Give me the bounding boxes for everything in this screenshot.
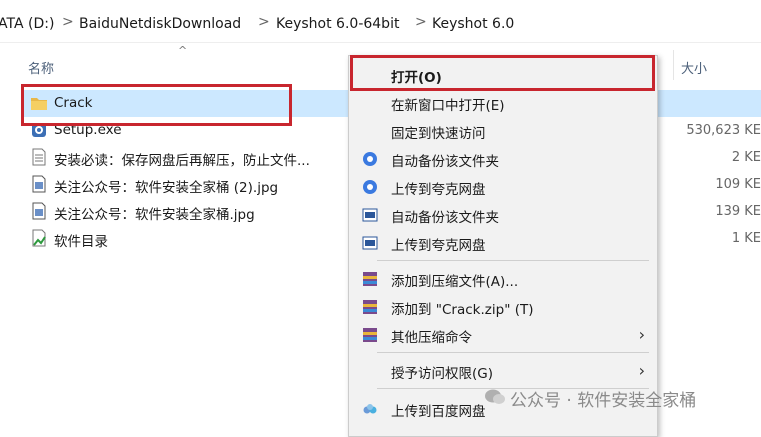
breadcrumb-separator: >	[258, 14, 270, 30]
file-name: 关注公众号：软件安装全家桶 (2).jpg	[54, 180, 279, 196]
menu-item-grant-access[interactable]: 授予访问权限(G) ›	[349, 358, 657, 384]
backup-window-icon	[362, 236, 378, 250]
menu-item-label: 固定到快速访问	[391, 126, 486, 142]
menu-item-other-compress[interactable]: 其他压缩命令 ›	[349, 322, 657, 348]
menu-separator	[377, 260, 649, 261]
quark-cloud-icon	[363, 180, 377, 194]
chevron-right-icon: ›	[638, 325, 645, 344]
breadcrumb-separator: >	[62, 14, 74, 30]
menu-item-label: 添加到 "Crack.zip" (T)	[391, 302, 534, 318]
menu-item-add-archive[interactable]: 添加到压缩文件(A)...	[349, 266, 657, 292]
sort-up-icon: ^	[178, 44, 188, 57]
file-size: 1 KE	[731, 231, 761, 246]
file-size: 139 KE	[715, 204, 761, 219]
file-name: 关注公众号：软件安装全家桶.jpg	[54, 207, 255, 223]
file-size: 2 KE	[731, 150, 761, 165]
highlight-box-open	[350, 55, 655, 91]
breadcrumb-item-download[interactable]: BaiduNetdiskDownload	[79, 16, 241, 32]
image-file-icon	[32, 202, 46, 220]
quark-cloud-icon	[363, 152, 377, 166]
menu-item-label: 自动备份该文件夹	[391, 210, 499, 226]
shortcut-file-icon	[32, 229, 46, 247]
menu-item-label: 上传到夸克网盘	[391, 238, 486, 254]
baidu-cloud-icon	[363, 404, 377, 414]
breadcrumb-separator: >	[415, 14, 427, 30]
chevron-right-icon: ›	[638, 361, 645, 380]
menu-item-label: 上传到百度网盘	[391, 404, 486, 420]
wechat-icon	[485, 389, 505, 404]
text-file-icon	[32, 148, 46, 166]
menu-item-label: 授予访问权限(G)	[391, 366, 493, 382]
breadcrumb-item-keyshot[interactable]: Keyshot 6.0	[432, 16, 514, 32]
file-size: 530,623 KE	[686, 123, 761, 138]
menu-item-quark-backup[interactable]: 自动备份该文件夹	[349, 146, 657, 172]
file-name: 安装必读：保存网盘后再解压，防止文件...	[54, 153, 310, 169]
breadcrumb-item-keyshot-64bit[interactable]: Keyshot 6.0-64bit	[276, 16, 399, 32]
highlight-box-crack	[21, 84, 292, 126]
image-file-icon	[32, 175, 46, 193]
breadcrumb-item-drive[interactable]: ATA (D:)	[0, 16, 54, 32]
menu-item-label: 其他压缩命令	[391, 330, 472, 346]
context-menu: 打开(O) 在新窗口中打开(E) 固定到快速访问 自动备份该文件夹 上传到夸克网…	[348, 55, 658, 437]
backup-window-icon	[362, 208, 378, 222]
column-header-size[interactable]: 大小	[681, 58, 707, 77]
menu-item-label: 在新窗口中打开(E)	[391, 98, 505, 114]
menu-separator	[377, 352, 649, 353]
menu-item-label: 添加到压缩文件(A)...	[391, 274, 519, 290]
menu-item-add-crack-zip[interactable]: 添加到 "Crack.zip" (T)	[349, 294, 657, 320]
menu-item-upload[interactable]: 上传到夸克网盘	[349, 230, 657, 256]
column-divider[interactable]	[673, 50, 674, 80]
menu-item-auto-backup[interactable]: 自动备份该文件夹	[349, 202, 657, 228]
winrar-icon	[363, 272, 377, 286]
menu-item-label: 自动备份该文件夹	[391, 154, 499, 170]
breadcrumb: ATA (D:) > BaiduNetdiskDownload > Keysho…	[0, 0, 761, 44]
file-size: 109 KE	[715, 177, 761, 192]
menu-item-open-new-window[interactable]: 在新窗口中打开(E)	[349, 90, 657, 116]
winrar-icon	[363, 300, 377, 314]
winrar-icon	[363, 328, 377, 342]
breadcrumb-divider	[0, 42, 761, 43]
menu-item-label: 上传到夸克网盘	[391, 182, 486, 198]
column-header-name[interactable]: 名称	[28, 58, 54, 77]
menu-item-quark-upload[interactable]: 上传到夸克网盘	[349, 174, 657, 200]
file-name: 软件目录	[54, 234, 108, 250]
watermark-text: 公众号 · 软件安装全家桶	[510, 391, 697, 411]
menu-item-pin-quick-access[interactable]: 固定到快速访问	[349, 118, 657, 144]
